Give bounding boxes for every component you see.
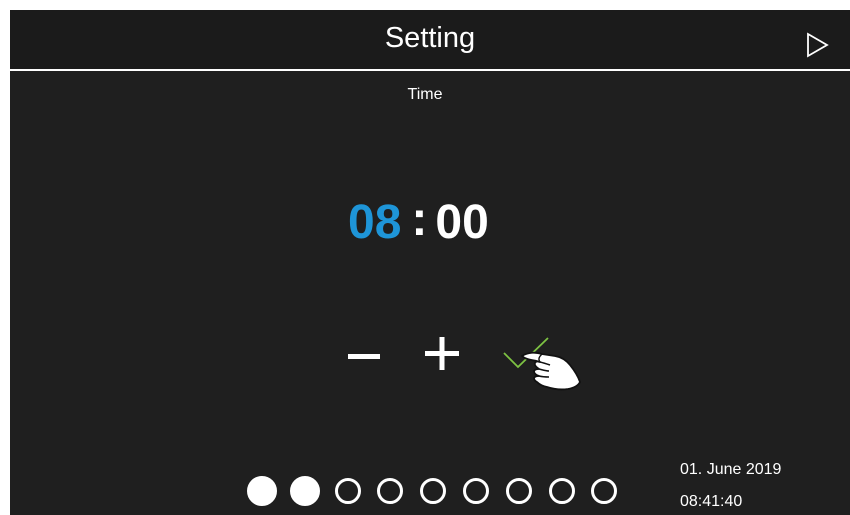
next-button[interactable]: [803, 30, 833, 60]
hours-field[interactable]: 08: [348, 199, 401, 247]
section-label: Time: [407, 86, 443, 103]
decrement-button[interactable]: [336, 332, 384, 376]
minus-icon: [348, 354, 380, 359]
page-dot[interactable]: [420, 478, 447, 504]
header-bar: Setting: [10, 10, 850, 69]
checkmark-icon: [503, 337, 581, 391]
page-dot-active[interactable]: [289, 476, 320, 506]
page-dot[interactable]: [548, 478, 575, 504]
play-triangle-icon: [807, 32, 829, 58]
minutes-field[interactable]: 00: [435, 199, 488, 247]
increment-button[interactable]: [412, 324, 462, 374]
time-display: 08:00: [348, 193, 489, 247]
plus-icon: [425, 337, 459, 370]
page-title: Setting: [384, 22, 476, 54]
status-time: 08:41:40: [680, 493, 743, 510]
confirm-button[interactable]: [498, 332, 588, 396]
pointing-hand-icon: [521, 351, 581, 391]
status-date: 01. June 2019: [680, 461, 782, 478]
header-divider: [10, 69, 850, 71]
page-dot-active[interactable]: [247, 476, 277, 506]
page-dot[interactable]: [505, 478, 532, 504]
page-dot[interactable]: [334, 478, 361, 504]
page-dot[interactable]: [463, 478, 489, 504]
time-separator: :: [411, 193, 428, 246]
